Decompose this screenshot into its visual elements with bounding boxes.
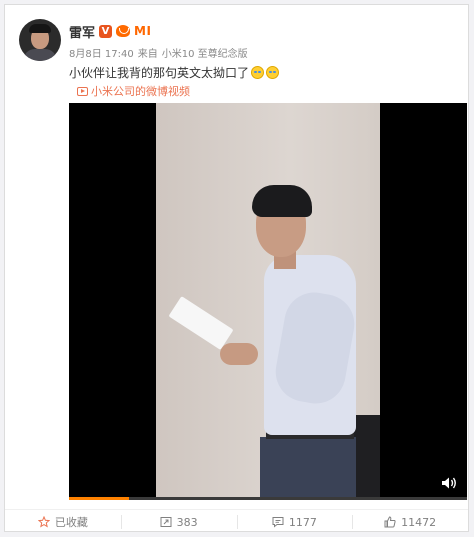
action-bar: 已收藏 383 1177 11472 [5, 509, 468, 534]
repost-count: 383 [176, 515, 198, 529]
mi-logo-icon[interactable]: MI [134, 24, 151, 38]
video-source-link[interactable]: 小米公司的微博视频 [77, 83, 190, 99]
person-pants [260, 437, 356, 500]
video-icon [77, 86, 88, 96]
comment-count: 1177 [288, 515, 317, 529]
avatar[interactable] [19, 19, 61, 61]
video-progress-track[interactable] [69, 497, 467, 500]
verified-badge-icon[interactable]: V [99, 24, 113, 38]
source-prefix: 来自 [137, 49, 158, 60]
person-hand [220, 343, 258, 365]
comment-icon [272, 517, 284, 528]
tear-laugh-emoji-icon [266, 66, 280, 79]
name-row: 雷军 V MI [69, 22, 151, 41]
post-meta: 8月8日 17:40 来自 小米10 至尊纪念版 [69, 45, 248, 60]
tear-laugh-emoji-icon [251, 66, 265, 79]
repost-icon [160, 517, 172, 527]
username-link[interactable]: 雷军 [69, 22, 95, 41]
post-text: 小伙伴让我背的那句英文太拗口了 [69, 66, 250, 80]
thumbs-up-icon [384, 516, 396, 528]
weibo-post-card: 雷军 V MI 8月8日 17:40 来自 小米10 至尊纪念版 小伙伴让我背的… [4, 4, 469, 532]
post-date[interactable]: 8月8日 17:40 [69, 45, 134, 60]
repost-button[interactable]: 383 [120, 510, 237, 534]
star-icon [37, 516, 50, 528]
post-text-row: 小伙伴让我背的那句英文太拗口了 [69, 64, 280, 81]
video-frame [156, 103, 380, 500]
video-player[interactable] [69, 103, 467, 500]
favorite-button[interactable]: 已收藏 [5, 510, 121, 534]
person-hair [252, 185, 312, 217]
like-button[interactable]: 11472 [352, 510, 468, 534]
avatar-shirt [23, 49, 57, 61]
like-count: 11472 [401, 515, 437, 529]
favorite-label: 已收藏 [54, 516, 88, 529]
avatar-hair [29, 24, 51, 33]
speaker-icon[interactable] [441, 476, 459, 490]
video-progress-fill [69, 497, 129, 500]
vip-member-icon[interactable] [116, 25, 131, 37]
comment-button[interactable]: 1177 [236, 510, 353, 534]
video-link-label: 小米公司的微博视频 [91, 85, 190, 98]
post-source[interactable]: 小米10 至尊纪念版 [162, 45, 248, 60]
